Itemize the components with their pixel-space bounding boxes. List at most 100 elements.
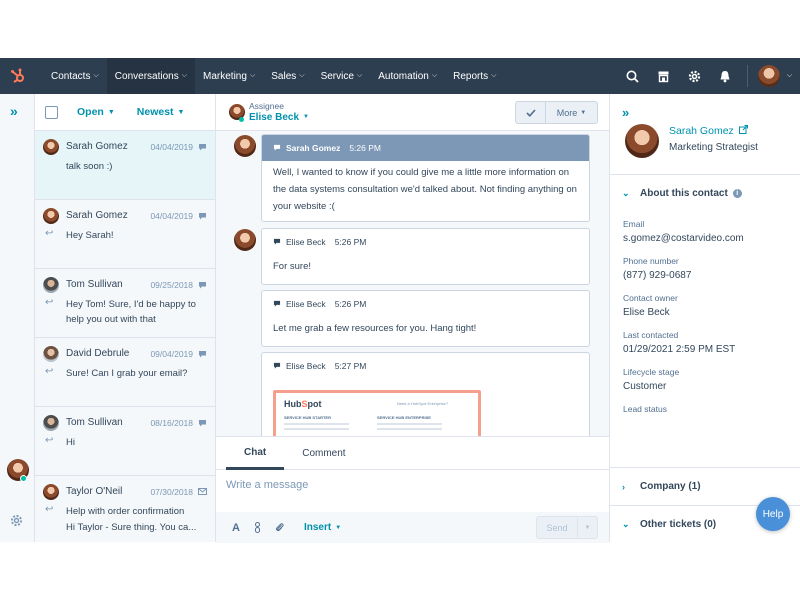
assignee-selector[interactable]: Assignee Elise Beck ▼ [249,101,309,123]
property-value[interactable]: Customer [623,381,793,392]
caret-down-icon: ▼ [580,109,587,116]
search-icon[interactable] [617,58,648,94]
gear-icon[interactable] [10,514,23,532]
chevron-down-icon: ⌵ [181,72,188,79]
company-section-label: Company (1) [640,481,701,492]
close-conversation-button[interactable] [515,101,546,124]
sort-filter[interactable]: Newest ▼ [137,106,185,118]
contact-avatar [625,124,659,158]
property-value[interactable]: (877) 929-0687 [623,270,793,281]
nav-automation[interactable]: Automation ⌵ [370,58,445,94]
list-item[interactable]: Taylor O'Neil 07/30/2018 ↩ Help with order… [35,476,215,542]
tab-comment[interactable]: Comment [284,437,363,470]
list-item[interactable]: Tom Sullivan 09/25/2018 ↩ Hey Tom! Sure, I… [35,269,215,338]
sort-filter-label: Newest [136,106,174,118]
chat-icon [197,419,207,427]
logo-text-pot: pot [307,399,322,409]
nav-contacts-label: Contacts [51,70,91,82]
nav-reports[interactable]: Reports ⌵ [445,58,504,94]
help-button[interactable]: Help [756,497,790,531]
hubspot-logo-icon[interactable] [0,58,36,94]
email-icon [197,488,207,495]
expand-icon[interactable]: » [622,105,629,120]
message-author: Elise Beck [286,299,326,309]
caret-down-icon: ▼ [303,114,309,120]
tab-chat[interactable]: Chat [226,437,285,470]
marketplace-icon[interactable] [648,58,679,94]
chevron-down-icon[interactable]: ⌵ [787,72,792,80]
chat-icon [197,143,207,151]
nav-conversations-label: Conversations [114,70,179,82]
nav-marketing[interactable]: Marketing ⌵ [195,58,263,94]
external-link-icon [738,125,748,137]
nav-reports-label: Reports [453,70,489,82]
text-format-icon[interactable]: A [232,522,240,534]
contact-sidebar: » Sarah Gomez Marketing Strategist ⌄ Abo… [609,94,800,542]
property-label: Contact owner [623,293,678,303]
message-text: For sure! [273,261,312,272]
attachment-col2-title: SERVICE HUB ENTERPRISE [377,415,431,420]
about-section-toggle[interactable]: ⌄ About this contact i [610,188,800,199]
message-author: Elise Beck [286,237,326,247]
send-button[interactable]: Send [536,516,578,539]
property-label: Email [623,219,645,229]
message-author: Sarah Gomez [286,143,341,153]
property-value[interactable]: 01/29/2021 2:59 PM EST [623,344,793,355]
list-item[interactable]: Tom Sullivan 08/16/2018 ↩ Hi [35,407,215,476]
nav-sales[interactable]: Sales ⌵ [263,58,312,94]
insert-label: Insert [303,522,332,533]
chevron-down-icon: ⌵ [431,72,438,79]
list-item[interactable]: David Debrule 09/04/2019 ↩ Sure! Can I gra… [35,338,215,407]
select-all-checkbox[interactable] [45,105,58,119]
list-item[interactable]: Sarah Gomez 04/04/2019 ↩ Hey Sarah! [35,200,215,269]
message-preview: Hi Taylor - Sure thing. You ca... [66,522,197,533]
property-label: Last contacted [623,330,679,340]
snippet-icon[interactable] [254,522,261,533]
conversation-date: 09/25/2018 [150,279,193,290]
message-author: Elise Beck [286,361,326,371]
attachment-icon[interactable] [275,522,284,533]
notifications-icon[interactable] [710,58,741,94]
send-group: Send ▼ [536,516,598,539]
list-item[interactable]: Sarah Gomez 04/04/2019 talk soon :) [35,131,215,200]
chevron-down-icon: ⌄ [622,188,630,198]
attachment-preview[interactable]: HubSpot Need a HubSpot Enterprise? SERVI… [273,390,481,436]
contact-name: Sarah Gomez [66,141,128,152]
property-value[interactable]: s.gomez@costarvideo.com [623,233,793,244]
chat-icon [273,299,281,309]
property-value[interactable]: Elise Beck [623,307,793,318]
more-button-label: More [556,107,578,118]
settings-icon[interactable] [679,58,710,94]
contact-properties: Email s.gomez@costarvideo.com Phone numb… [623,219,793,414]
message-bubble: Elise Beck 5:26 PM Let me grab a few reso… [261,290,590,347]
avatar [234,229,256,251]
chevron-down-icon: ⌵ [491,72,497,79]
nav-conversations[interactable]: Conversations ⌵ [106,58,196,94]
reply-arrow-icon: ↩ [45,435,54,446]
nav-contacts[interactable]: Contacts ⌵ [36,58,107,94]
contact-link[interactable]: Sarah Gomez [669,125,758,137]
company-section-toggle[interactable]: › Company (1) [610,481,800,492]
message-input[interactable]: Write a message [216,470,609,508]
chat-icon [197,281,207,289]
more-button[interactable]: More ▼ [546,101,598,124]
attachment-note: Need a HubSpot Enterprise? [396,401,448,406]
expand-icon[interactable]: » [10,103,18,119]
status-filter[interactable]: Open ▼ [77,106,115,118]
message-text: Well, I wanted to know if you could give… [273,167,577,212]
nav-utilities: ⌵ [617,58,800,94]
assignee-label: Assignee [249,101,284,111]
attachment-col1-title: SERVICE HUB STARTER [284,415,331,420]
insert-menu[interactable]: Insert ▼ [304,522,341,533]
chat-icon [197,350,207,358]
nav-service[interactable]: Service ⌵ [313,58,371,94]
send-options-button[interactable]: ▼ [578,516,598,539]
contact-job-title: Marketing Strategist [669,142,758,153]
conversation-date: 04/04/2019 [150,210,193,221]
top-navigation: Contacts ⌵ Conversations ⌵ Marketing ⌵ Sale… [0,58,800,94]
assignee-name: Elise Beck [249,112,300,123]
conversation-date: 04/04/2019 [150,141,193,152]
reply-arrow-icon: ↩ [45,297,54,308]
user-avatar[interactable] [757,65,780,87]
message-preview: talk soon :) [66,161,113,172]
